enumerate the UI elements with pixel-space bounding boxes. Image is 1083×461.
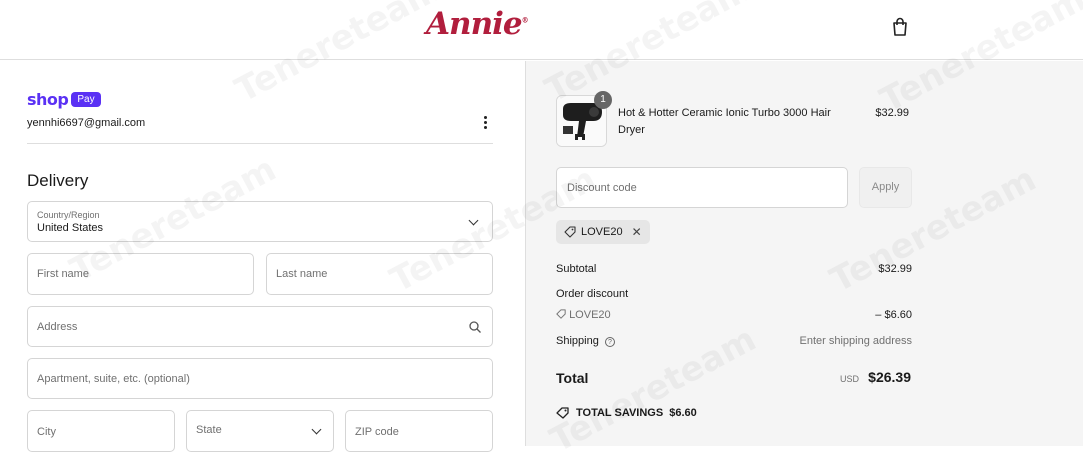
total-savings: TOTAL SAVINGS $6.60 <box>556 407 697 419</box>
brand-logo[interactable]: Annie® <box>426 6 529 42</box>
tag-icon <box>556 309 566 319</box>
checkout-form-panel: shop Pay yennhi6697@gmail.com Delivery C… <box>0 61 525 452</box>
savings-tag-icon <box>556 407 569 419</box>
remove-discount-icon[interactable]: ✕ <box>632 225 642 239</box>
apply-discount-button[interactable]: Apply <box>859 167 912 208</box>
shopping-bag-icon[interactable] <box>891 17 909 37</box>
total-label: Total <box>556 370 589 386</box>
header-bar: Annie® <box>0 0 1083 60</box>
quantity-badge: 1 <box>594 91 612 109</box>
help-icon[interactable]: ? <box>604 337 615 347</box>
divider <box>27 143 493 144</box>
order-discount-row: Order discount <box>556 288 629 300</box>
country-select[interactable]: Country/Region United States <box>27 201 493 242</box>
currency-code: USD <box>839 374 859 384</box>
applied-discount-chip: LOVE20 ✕ <box>556 220 650 244</box>
product-price: $32.99 <box>875 107 909 119</box>
more-options-icon[interactable] <box>478 115 492 131</box>
discount-code-row: LOVE20 – $6.60 <box>556 309 912 321</box>
apartment-field[interactable]: Apartment, suite, etc. (optional) <box>27 358 493 399</box>
address-field[interactable]: Address <box>27 306 493 347</box>
shop-pay-logo: shop Pay <box>27 90 101 109</box>
shipping-row: Shipping ? Enter shipping address <box>556 335 912 347</box>
subtotal-row: Subtotal $32.99 <box>556 263 912 275</box>
product-name: Hot & Hotter Ceramic Ionic Turbo 3000 Ha… <box>618 107 831 136</box>
delivery-heading: Delivery <box>27 171 89 190</box>
last-name-field[interactable]: Last name <box>266 253 493 295</box>
discount-code-input[interactable]: Discount code <box>556 167 848 208</box>
chevron-down-icon <box>311 424 322 435</box>
search-icon <box>469 321 481 333</box>
order-summary-panel: 1 Hot & Hotter Ceramic Ionic Turbo 3000 … <box>525 61 1083 446</box>
chevron-down-icon <box>468 215 479 226</box>
total-value: $26.39 <box>868 369 911 385</box>
first-name-field[interactable]: First name <box>27 253 254 295</box>
tag-icon <box>564 226 576 238</box>
account-email: yennhi6697@gmail.com <box>27 117 146 129</box>
